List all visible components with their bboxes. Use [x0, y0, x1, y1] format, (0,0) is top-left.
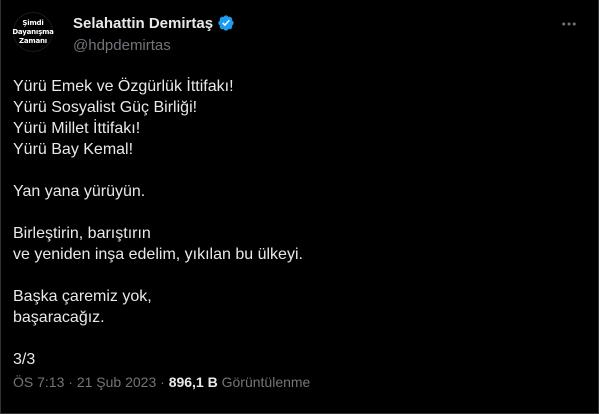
avatar-text-line-1: Şimdi — [22, 18, 44, 27]
views-count: 896,1 B — [168, 374, 218, 390]
tweet-meta: ÖS 7:13 · 21 Şub 2023 · 896,1 B Görüntül… — [13, 374, 310, 390]
tweet-time[interactable]: ÖS 7:13 — [13, 374, 64, 390]
tweet-card: Şimdi Dayanışma Zamanı Selahattin Demirt… — [0, 0, 599, 414]
tweet-text-line: Yürü Emek ve Özgürlük İttifakı! — [13, 78, 234, 95]
tweet-text-line: başaracağız. — [13, 309, 105, 326]
tweet-text-line: Yürü Bay Kemal! — [13, 141, 134, 158]
tweet-text-line: Birleştirin, barıştırın — [13, 225, 151, 242]
tweet-text-line: ve yeniden inşa edelim, yıkılan bu ülkey… — [13, 246, 303, 263]
tweet-text-line: Yan yana yürüyün. — [13, 183, 146, 200]
author-name-row: Selahattin Demirtaş — [73, 14, 235, 32]
more-dots-icon — [560, 15, 578, 38]
verified-badge-icon — [217, 14, 235, 32]
meta-separator: · — [156, 374, 169, 390]
tweet-text: Yürü Emek ve Özgürlük İttifakı! Yürü Sos… — [13, 76, 583, 370]
tweet-text-line: Yürü Sosyalist Güç Birliği! — [13, 99, 198, 116]
views-label: Görüntülenme — [221, 374, 311, 390]
tweet-date[interactable]: 21 Şub 2023 — [77, 374, 156, 390]
author-display-name[interactable]: Selahattin Demirtaş — [73, 15, 213, 32]
avatar[interactable]: Şimdi Dayanışma Zamanı — [12, 12, 54, 52]
tweet-text-line: 3/3 — [13, 351, 36, 368]
tweet-text-line: Başka çaremiz yok, — [13, 288, 152, 305]
avatar-text-line-3: Zamanı — [19, 36, 47, 45]
more-options-button[interactable] — [558, 16, 580, 36]
avatar-text-line-2: Dayanışma — [12, 27, 54, 36]
author-handle[interactable]: @hdpdemirtas — [73, 37, 171, 54]
meta-separator: · — [64, 374, 77, 390]
tweet-text-line: Yürü Millet İttifakı! — [13, 120, 141, 137]
